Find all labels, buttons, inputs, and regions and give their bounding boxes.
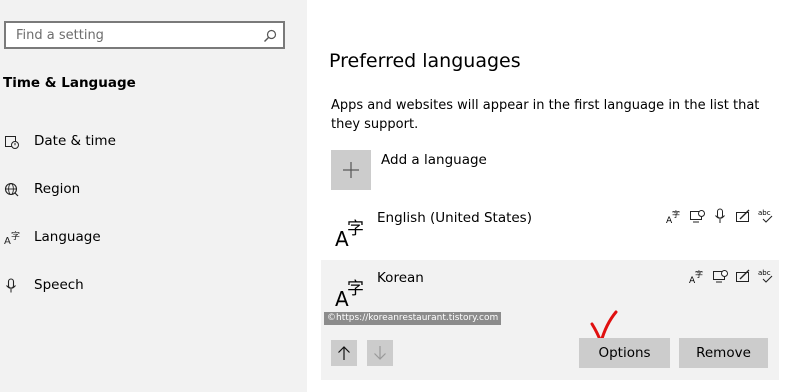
language-icon: A 字 — [4, 230, 20, 247]
move-down-button[interactable] — [367, 340, 393, 366]
svg-text:A: A — [4, 236, 11, 246]
plus-icon — [343, 162, 359, 178]
sidebar: Find a setting Time & Language Date & ti… — [0, 0, 307, 392]
add-language-button[interactable] — [331, 150, 371, 190]
svg-text:字: 字 — [695, 269, 703, 279]
options-button[interactable]: Options — [579, 338, 670, 368]
language-glyph-icon: A 字 — [335, 272, 367, 311]
add-language-label[interactable]: Add a language — [381, 152, 487, 168]
sidebar-item-label: Language — [34, 229, 101, 245]
microphone-icon — [4, 278, 20, 294]
language-item-korean[interactable]: A 字 Korean A字 abc ©https://koreanrestaur… — [321, 260, 779, 380]
language-name: English (United States) — [377, 210, 532, 226]
text-to-speech-icon — [712, 268, 729, 285]
sidebar-item-speech[interactable]: Speech — [0, 266, 307, 306]
handwriting-icon — [735, 268, 752, 285]
section-heading: Preferred languages — [329, 50, 521, 72]
sidebar-item-label: Date & time — [34, 133, 116, 149]
svg-text:abc: abc — [758, 209, 771, 217]
language-name: Korean — [377, 270, 424, 286]
sidebar-item-label: Region — [34, 181, 81, 197]
svg-text:字: 字 — [347, 219, 364, 239]
handwriting-icon — [735, 208, 752, 225]
language-glyph-icon: A 字 — [335, 212, 367, 251]
display-language-icon: A字 — [666, 208, 683, 226]
remove-button[interactable]: Remove — [679, 338, 768, 368]
sidebar-item-label: Speech — [34, 277, 84, 293]
language-features: A字 abc — [689, 268, 775, 286]
sidebar-item-region[interactable]: Region — [0, 170, 307, 210]
display-language-icon: A字 — [689, 268, 706, 286]
svg-text:字: 字 — [347, 279, 364, 299]
language-features: A字 abc — [666, 208, 775, 226]
search-input[interactable]: Find a setting — [4, 21, 285, 49]
spell-check-icon: abc — [758, 268, 775, 285]
sidebar-item-language[interactable]: A 字 Language — [0, 218, 307, 258]
arrow-up-icon — [338, 346, 350, 360]
move-up-button[interactable] — [331, 340, 357, 366]
language-item-english[interactable]: A 字 English (United States) A字 abc — [321, 200, 779, 258]
description-text: Apps and websites will appear in the fir… — [331, 98, 760, 132]
calendar-clock-icon — [4, 134, 20, 150]
search-placeholder: Find a setting — [16, 28, 104, 43]
section-title: Time & Language — [3, 75, 136, 91]
watermark: ©https://koreanrestaurant.tistory.com — [324, 312, 502, 325]
speech-recognition-icon — [712, 208, 729, 225]
spell-check-icon: abc — [758, 208, 775, 225]
text-to-speech-icon — [689, 208, 706, 225]
main-content: Preferred languages Apps and websites wi… — [307, 0, 798, 392]
sidebar-item-date-time[interactable]: Date & time — [0, 122, 307, 162]
arrow-down-icon — [374, 346, 386, 360]
svg-text:字: 字 — [672, 209, 680, 219]
svg-text:abc: abc — [758, 269, 771, 277]
globe-icon — [4, 182, 20, 198]
svg-text:字: 字 — [11, 230, 20, 242]
search-icon[interactable] — [263, 28, 277, 47]
